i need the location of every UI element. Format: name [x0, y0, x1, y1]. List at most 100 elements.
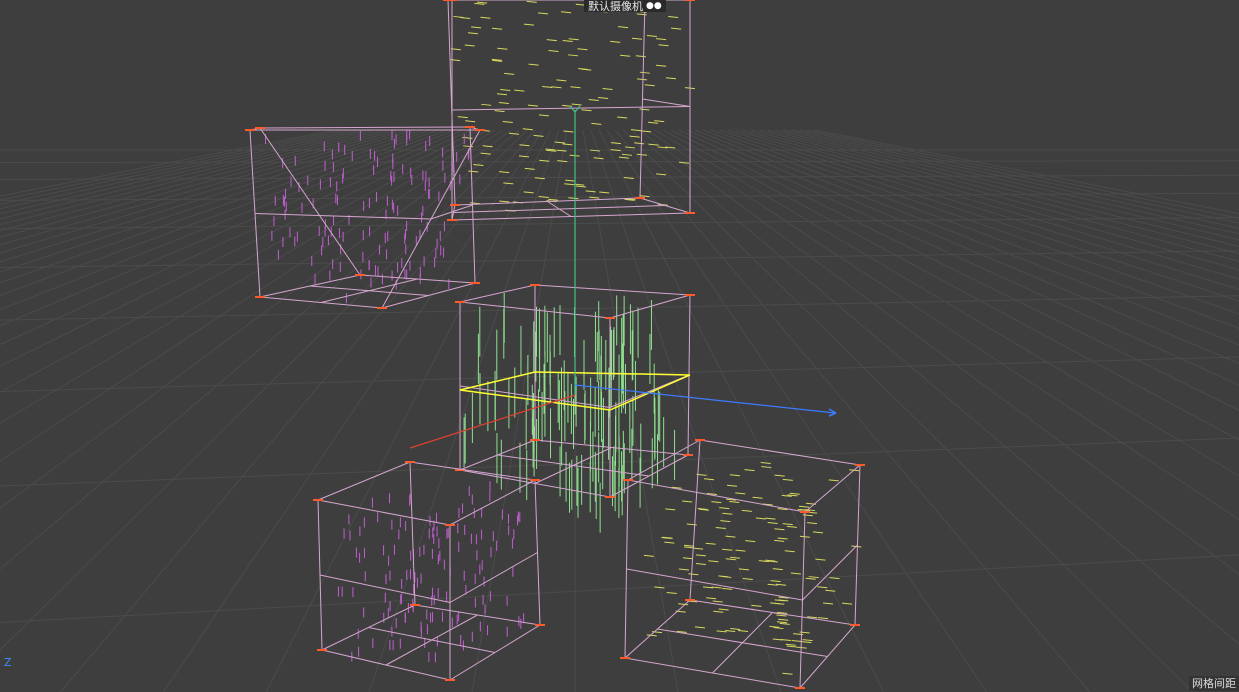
grid-line: [726, 129, 1239, 291]
particle: [765, 517, 776, 520]
grid-line: [0, 129, 472, 346]
particle: [654, 586, 665, 589]
particle: [464, 44, 475, 47]
particle: [502, 121, 513, 124]
particle: [473, 163, 484, 166]
particle: [503, 182, 514, 185]
particle: [790, 572, 801, 575]
particle: [538, 12, 549, 15]
particle: [705, 542, 716, 545]
particle: [755, 517, 766, 520]
wireframe-box-2[interactable]: [245, 126, 485, 309]
particle: [737, 629, 749, 632]
particle: [678, 603, 689, 606]
particle: [522, 128, 533, 131]
particle: [730, 556, 741, 559]
box-edge: [259, 126, 471, 129]
particle: [618, 156, 629, 159]
particle: [482, 145, 493, 148]
particle: [551, 86, 562, 89]
particle: [695, 554, 707, 557]
particle: [782, 672, 793, 675]
particle: [686, 523, 697, 526]
particle: [548, 50, 559, 53]
particle: [782, 478, 793, 481]
particle: [842, 602, 853, 605]
particle: [646, 35, 657, 38]
particle: [581, 68, 592, 71]
grid-line: [0, 129, 480, 367]
particle: [636, 13, 647, 16]
particle: [654, 120, 665, 123]
camera-label[interactable]: 默认摄像机 ●●: [584, 0, 666, 12]
3d-viewport[interactable]: [0, 0, 1239, 692]
particle: [563, 130, 574, 133]
grid-line: [0, 129, 368, 215]
particle: [718, 608, 729, 611]
particle: [664, 541, 675, 544]
particle: [610, 40, 621, 43]
particle: [729, 474, 740, 477]
particle: [722, 548, 733, 551]
camera-name: 默认摄像机: [588, 0, 643, 13]
particle: [682, 500, 693, 503]
particle: [802, 639, 813, 642]
wireframe-box-4[interactable]: [313, 461, 545, 681]
grid-line: [0, 295, 1239, 321]
particle: [799, 535, 810, 538]
particle: [639, 71, 650, 74]
particle: [729, 501, 740, 504]
box-edge: [453, 205, 666, 213]
camera-icon: ●●: [646, 0, 662, 11]
particle: [708, 560, 719, 563]
axis-indicator: Z: [4, 656, 12, 669]
particle: [716, 630, 727, 633]
particle: [817, 586, 828, 589]
particle: [632, 37, 643, 40]
particle: [726, 484, 738, 487]
particle: [648, 121, 659, 124]
wireframe-box-1[interactable]: [443, 0, 696, 221]
box-edge: [802, 544, 858, 601]
particle: [620, 54, 631, 57]
particle: [693, 547, 704, 550]
grid-line: [638, 129, 1239, 575]
particle: [533, 134, 544, 137]
particle: [656, 64, 667, 67]
box-edge: [534, 284, 691, 296]
particle: [634, 142, 645, 145]
particle: [801, 641, 812, 644]
particle: [772, 568, 783, 571]
particle: [480, 152, 491, 155]
particle: [498, 102, 509, 104]
particle: [618, 26, 629, 29]
particle: [703, 478, 715, 481]
particle: [574, 183, 585, 186]
particle: [641, 130, 652, 133]
grid-spacing-label: 网格间距: [1189, 676, 1239, 691]
particle: [684, 546, 695, 549]
particle: [776, 621, 788, 624]
grid-line: [0, 129, 464, 327]
particle: [807, 522, 818, 525]
particle: [527, 104, 539, 107]
particle: [646, 634, 657, 637]
particle: [562, 40, 573, 43]
particle: [648, 143, 659, 146]
grid-line: [790, 129, 1239, 229]
particle: [808, 576, 819, 579]
box-edge: [642, 98, 691, 107]
particle: [499, 200, 510, 203]
grid-line: [750, 129, 1239, 262]
particle: [467, 32, 479, 35]
grid-line: [0, 129, 408, 246]
grid-line: [0, 217, 1239, 230]
particle: [694, 626, 705, 629]
particle: [588, 99, 599, 102]
particle: [519, 144, 530, 147]
box-edge: [699, 439, 861, 466]
particle: [779, 622, 790, 625]
particle: [471, 26, 482, 29]
grid-line: [0, 554, 1239, 623]
particle: [480, 16, 491, 19]
